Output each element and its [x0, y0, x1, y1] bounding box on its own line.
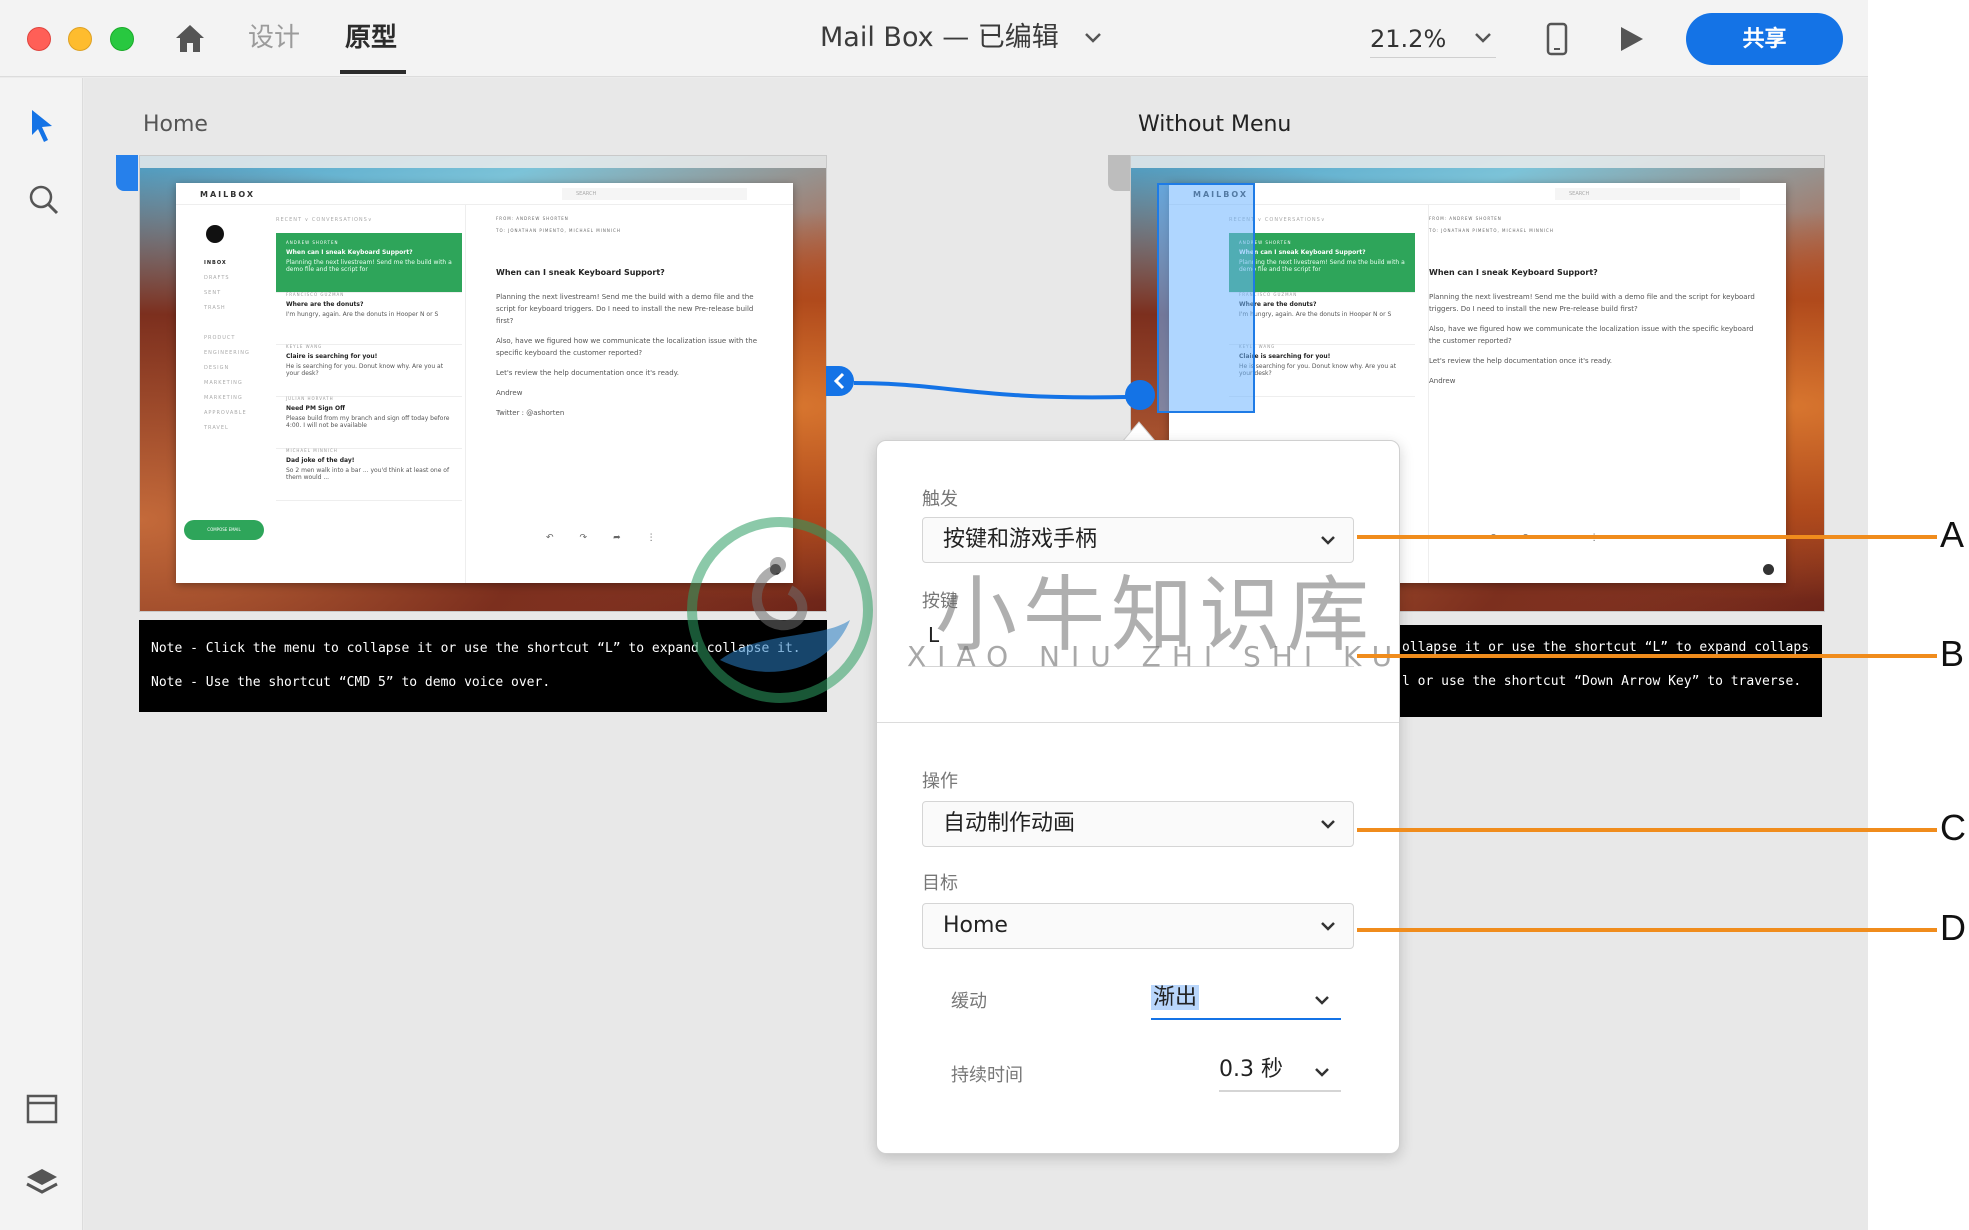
left-toolbar [0, 78, 83, 1230]
top-toolbar: 设计 原型 Mail Box — 已编辑 21.2% 共享 [0, 0, 1868, 77]
destination-value: Home [943, 913, 1008, 938]
list-item: FRANCISCO GUZMAN Where are the donuts? I… [1229, 285, 1415, 345]
nav-item: MARKETING [204, 380, 243, 386]
hotspot-selection[interactable] [1157, 183, 1255, 413]
watermark-subtext: XIAO NIU ZHI SHI KU [907, 640, 1404, 673]
callout-line-c [1357, 828, 1937, 832]
nav-item: ENGINEERING [204, 350, 250, 356]
list-item: ANDREW SHORTEN When can I sneak Keyboard… [1229, 233, 1415, 293]
mailbox-search-input: SEARCH [562, 188, 747, 200]
list-item: FRANCISCO GUZMAN Where are the donuts? I… [276, 285, 462, 345]
mac-menubar [1131, 156, 1824, 168]
layers-icon[interactable] [24, 1166, 60, 1198]
action-dropdown[interactable]: 自动制作动画 [922, 801, 1354, 847]
mailbox-header: MAILBOX SEARCH [1169, 183, 1786, 205]
trigger-label: 触发 [922, 489, 958, 510]
home-icon[interactable] [172, 20, 208, 56]
prototype-connection-wire[interactable] [826, 366, 1156, 426]
panel-divider [877, 722, 1399, 723]
compose-email-button: COMPOSE EMAIL [184, 520, 264, 540]
nav-item: MARKETING [204, 395, 243, 401]
share-button[interactable]: 共享 [1686, 13, 1843, 65]
document-title[interactable]: Mail Box — 已编辑 [820, 18, 1059, 58]
callout-line-d [1357, 928, 1937, 932]
artboard-label-home[interactable]: Home [143, 112, 208, 137]
nav-item: TRASH [204, 305, 226, 311]
list-item: JULIAN HORVATH Need PM Sign Off Please b… [276, 389, 462, 449]
play-icon[interactable] [1616, 24, 1646, 54]
nav-item: APPROVABLE [204, 410, 247, 416]
chevron-down-icon[interactable] [1082, 28, 1104, 48]
easing-label: 缓动 [951, 991, 987, 1012]
list-item: ANDREW SHORTEN When can I sneak Keyboard… [276, 233, 462, 293]
watermark-logo [687, 517, 873, 703]
easing-value: 渐出 [1151, 985, 1200, 1010]
callout-d: D [1940, 907, 1966, 948]
easing-dropdown[interactable]: 渐出 [1151, 980, 1341, 1020]
device-preview-icon[interactable] [1546, 22, 1568, 56]
wire-start-handle[interactable] [826, 366, 854, 396]
app-window: 设计 原型 Mail Box — 已编辑 21.2% 共享 Home Witho… [0, 0, 1868, 1230]
nav-item: PRODUCT [204, 335, 236, 341]
nav-item: DESIGN [204, 365, 230, 371]
mac-menubar [140, 156, 826, 168]
duration-dropdown[interactable]: 0.3 秒 [1219, 1052, 1341, 1092]
callout-line-a [1357, 535, 1937, 539]
panel-pointer [1122, 421, 1156, 442]
destination-dropdown[interactable]: Home [922, 903, 1354, 949]
chevron-down-icon [1315, 1068, 1329, 1077]
artboard-label-without-menu[interactable]: Without Menu [1138, 112, 1291, 137]
destination-label: 目标 [922, 873, 958, 894]
home-artboard-indicator [116, 155, 138, 191]
action-value: 自动制作动画 [943, 811, 1076, 836]
list-item: MICHAEL MINNICH Dad joke of the day! So … [276, 441, 462, 501]
nav-item: DRAFTS [204, 275, 230, 281]
assets-panel-icon[interactable] [26, 1094, 58, 1124]
nav-item: SENT [204, 290, 222, 296]
mailbox-logo: MAILBOX [200, 190, 256, 199]
reply-actions: ↶↷➦⋮ [546, 533, 682, 543]
duration-value: 0.3 秒 [1219, 1057, 1283, 1082]
chevron-down-icon [1321, 820, 1335, 829]
mailbox-header: MAILBOX SEARCH [176, 183, 793, 205]
tab-prototype[interactable]: 原型 [345, 20, 397, 60]
chevron-down-icon [1321, 536, 1335, 545]
callout-c: C [1940, 807, 1966, 848]
chevron-left-icon [833, 372, 845, 390]
message-list: RECENT ∨ CONVERSATIONS∨ ANDREW SHORTEN W… [276, 205, 466, 583]
chevron-down-icon[interactable] [1472, 28, 1494, 48]
minimize-window-button[interactable] [68, 27, 92, 51]
action-label: 操作 [922, 771, 958, 792]
artboard-indicator [1108, 155, 1130, 191]
help-icon [1763, 564, 1774, 575]
nav-item: TRAVEL [204, 425, 229, 431]
message-reader: FROM: ANDREW SHORTEN TO: JONATHAN PIMENT… [1429, 216, 1755, 385]
search-icon[interactable] [28, 184, 60, 216]
mailbox-sidebar: INBOX DRAFTS SENT TRASH PRODUCT ENGINEER… [176, 205, 276, 583]
callout-line-b [1357, 654, 1937, 658]
callout-a: A [1940, 514, 1965, 555]
tab-design[interactable]: 设计 [248, 20, 300, 60]
chevron-down-icon [1315, 996, 1329, 1005]
wire-end-handle[interactable] [1125, 380, 1155, 410]
duration-label: 持续时间 [951, 1065, 1023, 1086]
list-header: RECENT ∨ CONVERSATIONS∨ [276, 217, 373, 223]
list-item: KEYLE WANG Claire is searching for you! … [1229, 337, 1415, 397]
mailbox-search-input: SEARCH [1555, 188, 1740, 200]
active-tab-indicator [340, 70, 406, 74]
nav-item: INBOX [204, 260, 227, 266]
chevron-down-icon [1321, 922, 1335, 931]
select-tool-icon[interactable] [28, 108, 56, 144]
close-window-button[interactable] [27, 27, 51, 51]
menu-icon [206, 225, 224, 243]
callout-b: B [1940, 633, 1965, 674]
list-item: KEYLE WANG Claire is searching for you! … [276, 337, 462, 397]
maximize-window-button[interactable] [110, 27, 134, 51]
